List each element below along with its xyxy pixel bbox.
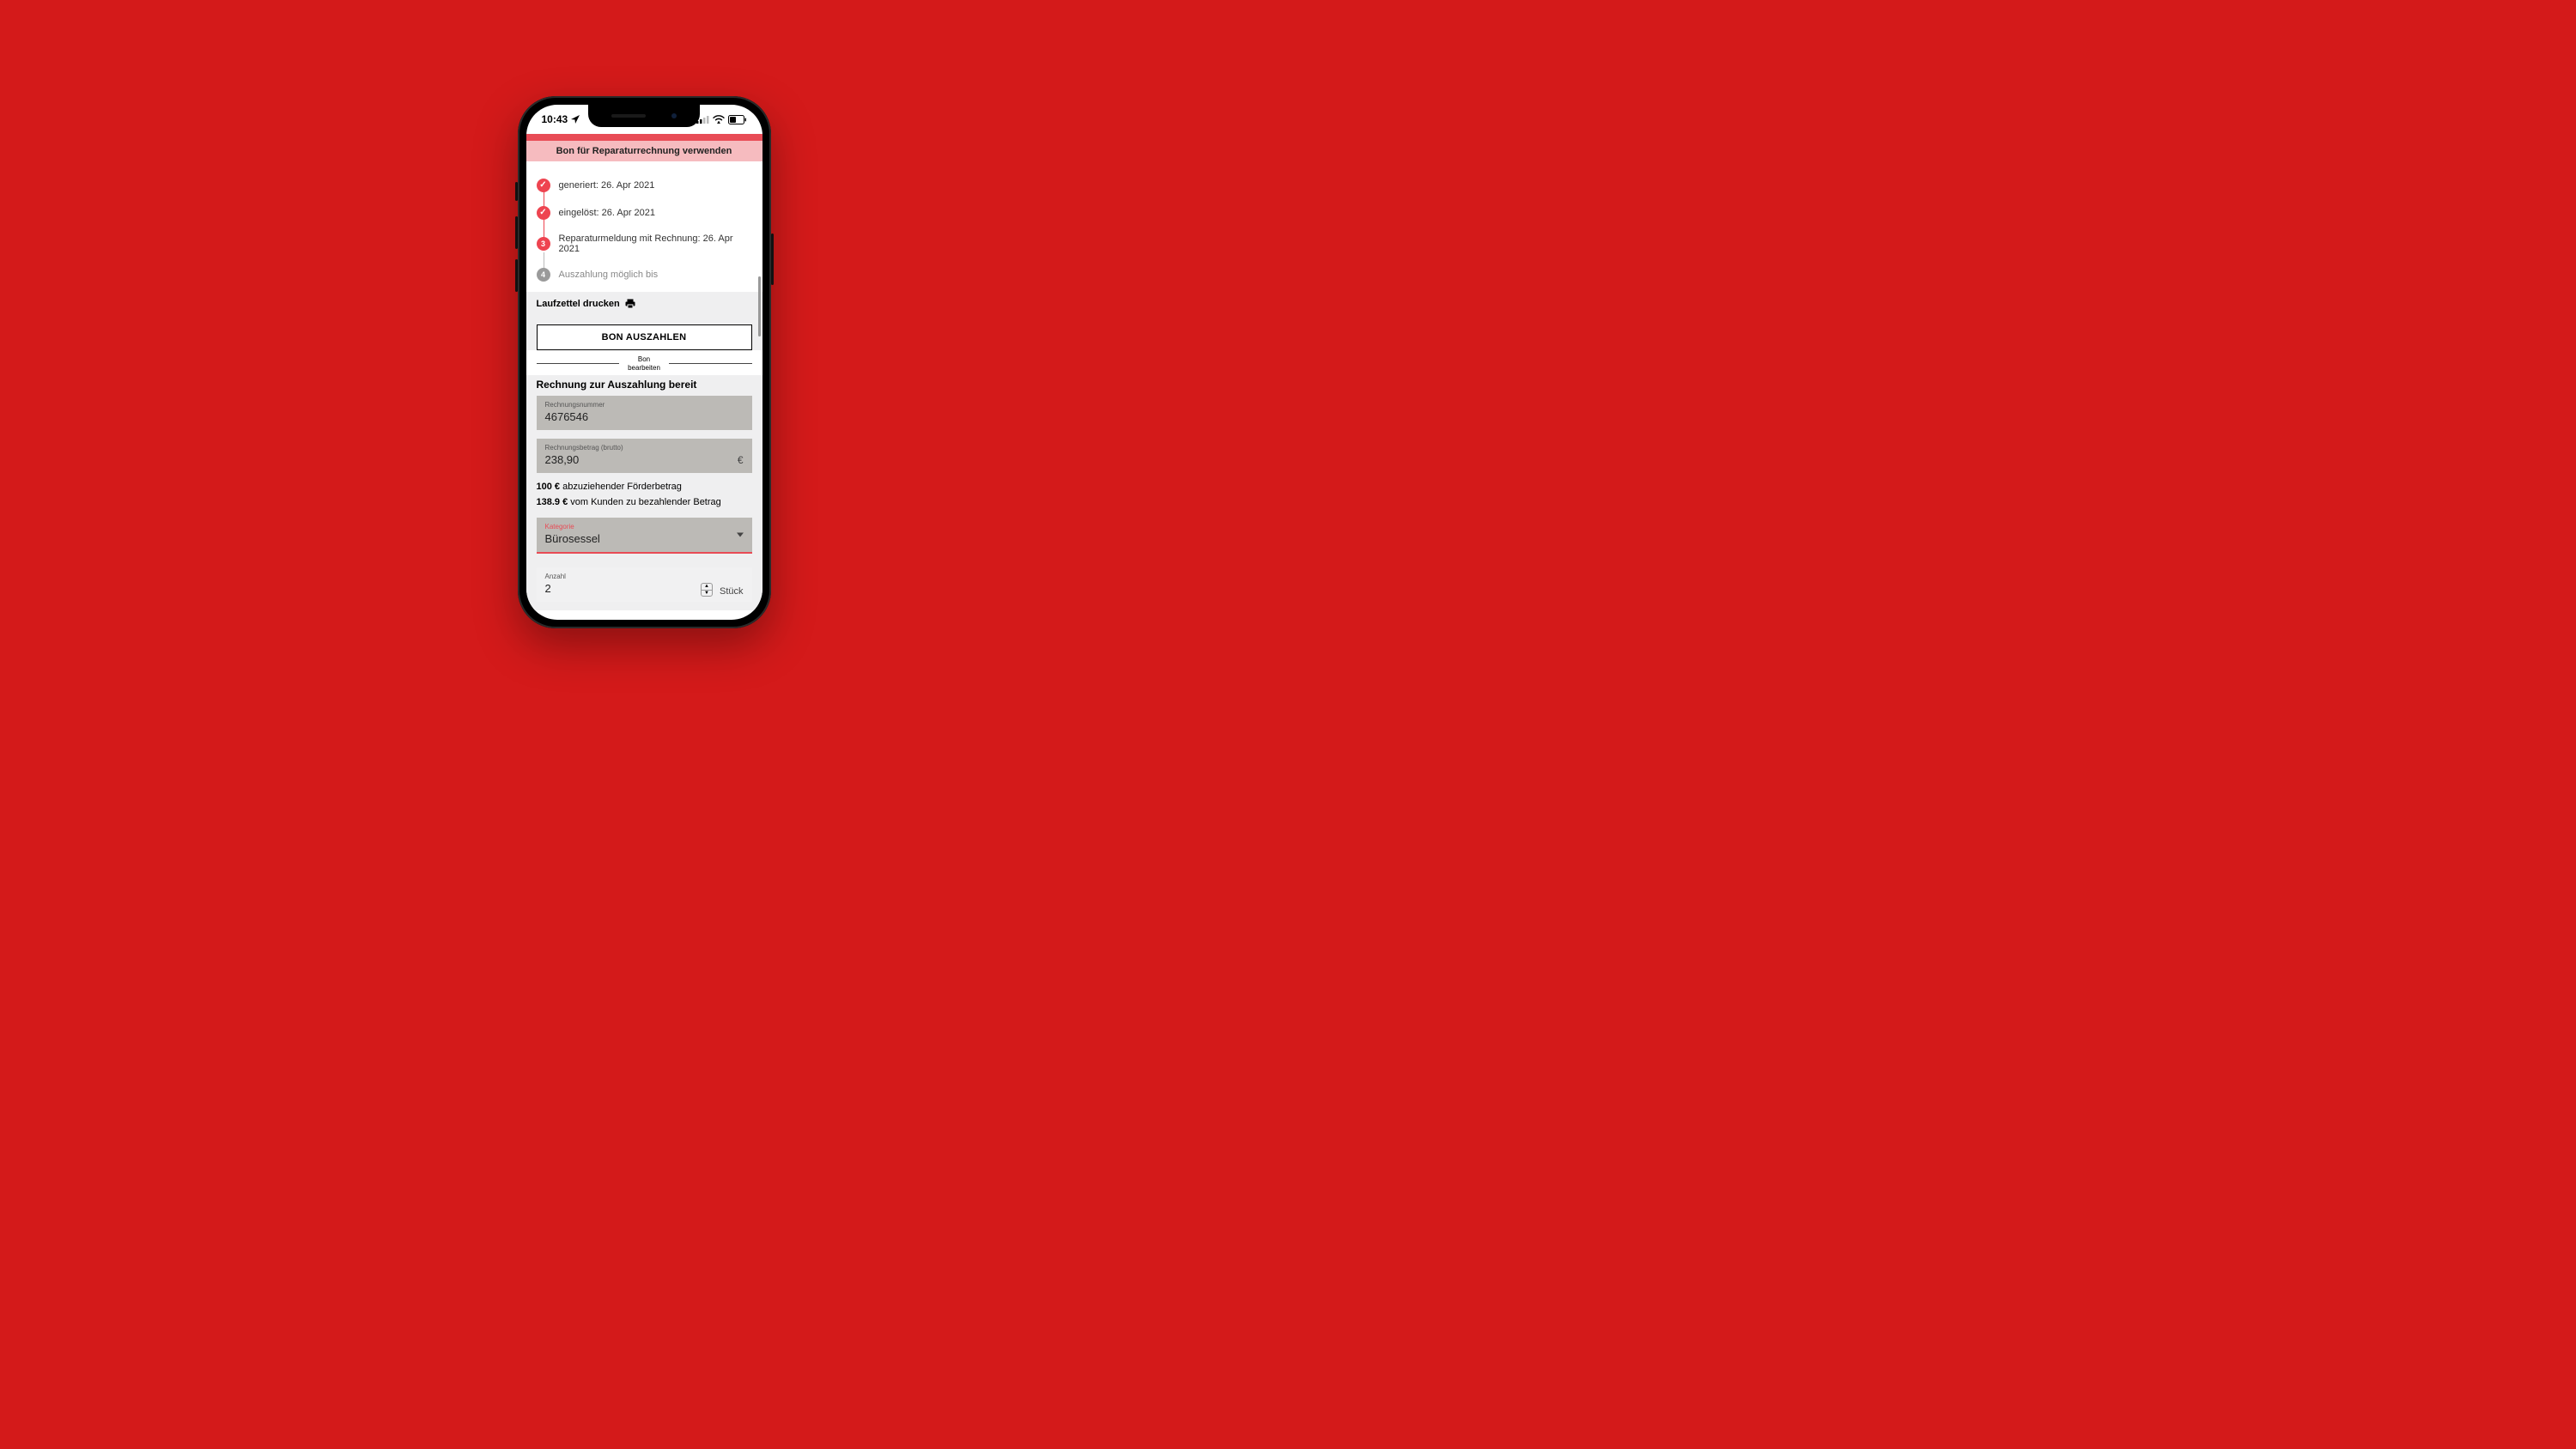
timeline-step-payout: 4 Auszahlung möglich bis <box>537 261 752 288</box>
divider-line2: bearbeiten <box>628 364 660 372</box>
status-icons <box>696 115 747 124</box>
deduction-line: 100 € abzuziehender Förderbetrag <box>537 482 752 492</box>
field-label: Kategorie <box>545 523 744 530</box>
field-label: Rechnungsbetrag (brutto) <box>545 444 744 452</box>
quantity-stepper[interactable]: ▲ ▼ <box>701 583 713 597</box>
front-camera <box>671 113 677 118</box>
invoice-amount-field[interactable]: Rechnungsbetrag (brutto) 238,90 € <box>537 439 752 473</box>
invoice-number-field[interactable]: Rechnungsnummer 4676546 <box>537 396 752 430</box>
step-number-icon: 3 <box>537 237 550 251</box>
location-arrow-icon <box>571 115 580 124</box>
timeline-label: Reparaturmeldung mit Rechnung: 26. Apr 2… <box>559 233 752 254</box>
category-select[interactable]: Kategorie Bürosessel <box>537 518 752 554</box>
quantity-unit: Stück <box>720 586 744 597</box>
deduction-text: abzuziehender Förderbetrag <box>560 482 682 492</box>
deduction-amount: 100 € <box>537 482 561 492</box>
mute-switch <box>515 182 518 201</box>
scroll-area[interactable]: Bon für Reparaturrechnung verwenden ✓ ge… <box>526 134 762 620</box>
status-timeline: ✓ generiert: 26. Apr 2021 ✓ eingelöst: 2… <box>526 161 762 292</box>
customer-pays-line: 138.9 € vom Kunden zu bezahlender Betrag <box>537 497 752 507</box>
currency-symbol: € <box>738 454 744 466</box>
section-title: Rechnung zur Auszahlung bereit <box>537 379 752 391</box>
chevron-down-icon <box>737 533 744 537</box>
field-value: Bürosessel <box>545 532 600 545</box>
power-button <box>771 233 774 285</box>
field-label: Rechnungsnummer <box>545 401 744 409</box>
timeline-step-generated: ✓ generiert: 26. Apr 2021 <box>537 172 752 199</box>
timeline-step-report: 3 Reparaturmeldung mit Rechnung: 26. Apr… <box>537 227 752 261</box>
step-number-icon: 4 <box>537 268 550 282</box>
check-icon: ✓ <box>537 179 550 192</box>
stepper-up-icon[interactable]: ▲ <box>702 584 712 591</box>
customer-amount: 138.9 € <box>537 497 568 507</box>
field-value: 238,90 <box>545 453 580 466</box>
quantity-field[interactable]: Anzahl 2 ▲ ▼ Stück <box>537 567 752 602</box>
notch <box>588 105 700 127</box>
battery-icon <box>728 115 747 124</box>
timeline-label: generiert: 26. Apr 2021 <box>559 180 655 191</box>
print-label: Laufzettel drucken <box>537 299 620 309</box>
timeline-label: Auszahlung möglich bis <box>559 270 659 280</box>
speaker-grille <box>611 114 646 118</box>
customer-text: vom Kunden zu bezahlender Betrag <box>568 497 721 507</box>
top-accent-bar <box>526 134 762 141</box>
field-value: 4676546 <box>545 410 589 423</box>
timeline-label: eingelöst: 26. Apr 2021 <box>559 208 656 218</box>
print-slip-row[interactable]: Laufzettel drucken <box>526 292 762 316</box>
print-icon <box>625 299 635 309</box>
invoice-section: Rechnung zur Auszahlung bereit Rechnungs… <box>526 375 762 610</box>
field-label: Anzahl <box>545 573 701 580</box>
scrollbar-thumb[interactable] <box>758 276 761 336</box>
phone-frame: 10:43 Bon für Reparaturrechnung verwende… <box>518 96 771 628</box>
vol-up <box>515 216 518 249</box>
edit-bon-divider: Bon bearbeiten <box>537 355 752 372</box>
wifi-icon <box>713 115 725 124</box>
phone-screen: 10:43 Bon für Reparaturrechnung verwende… <box>526 105 762 620</box>
payout-button[interactable]: BON AUSZAHLEN <box>537 324 752 350</box>
banner-use-bon[interactable]: Bon für Reparaturrechnung verwenden <box>526 141 762 161</box>
timeline-step-redeemed: ✓ eingelöst: 26. Apr 2021 <box>537 199 752 227</box>
field-value: 2 <box>545 582 551 595</box>
divider-line1: Bon <box>638 355 650 363</box>
vol-down <box>515 259 518 292</box>
status-time: 10:43 <box>542 113 568 125</box>
check-icon: ✓ <box>537 206 550 220</box>
stepper-down-icon[interactable]: ▼ <box>702 591 712 597</box>
